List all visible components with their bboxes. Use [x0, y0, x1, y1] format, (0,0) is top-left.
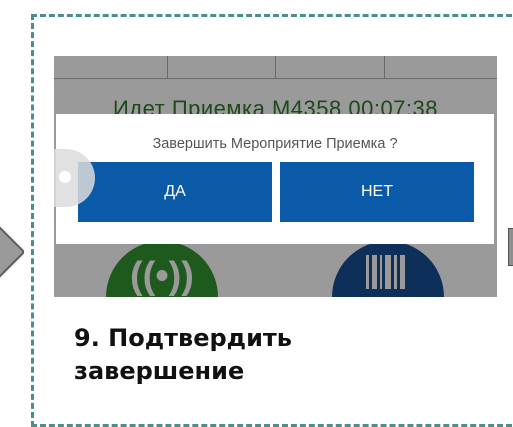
confirm-dialog: Завершить Мероприятие Приемка ? ДА НЕТ [56, 114, 494, 244]
dialog-message: Завершить Мероприятие Приемка ? [152, 136, 398, 152]
step-caption: 9. Подтвердить завершение [74, 322, 474, 388]
barcode-scan-button[interactable] [332, 241, 444, 297]
rfid-scan-button[interactable]: ((•)) [106, 241, 218, 297]
phone-screenshot: Идет Приемка М4358 00:07:38 ((•)) Заверш… [54, 56, 497, 297]
caption-line-1: 9. Подтвердить [74, 324, 292, 352]
caption-line-2: завершение [74, 357, 245, 385]
no-button[interactable]: НЕТ [280, 162, 474, 222]
previous-step-arrow [0, 224, 24, 286]
barcode-scan-icon [366, 255, 408, 289]
rfid-scan-icon: ((•)) [130, 255, 194, 297]
yes-button[interactable]: ДА [78, 162, 272, 222]
tab-bar [54, 56, 497, 79]
